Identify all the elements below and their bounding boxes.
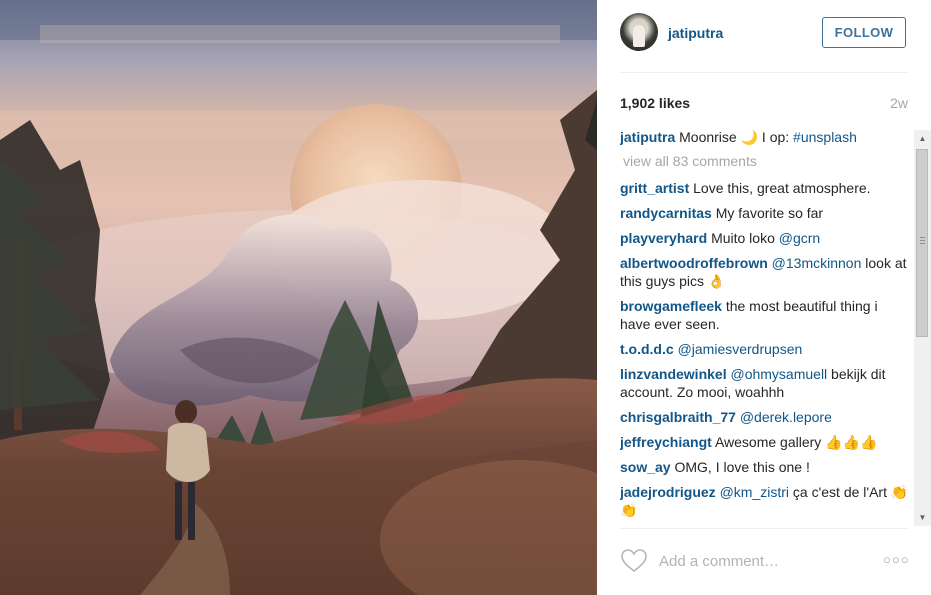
more-options-icon[interactable]: ○○○ [883, 550, 909, 570]
comment-username[interactable]: jadejrodriguez [620, 484, 716, 500]
comment-username[interactable]: albertwoodroffebrown [620, 255, 768, 271]
comment-item: t.o.d.d.c @jamiesverdrupsen [620, 340, 910, 358]
scrollbar-thumb[interactable] [916, 149, 928, 337]
comment-text: Muito loko [711, 230, 779, 246]
comment-username[interactable]: jeffreychiangt [620, 434, 712, 450]
scroll-down-arrow-icon[interactable]: ▼ [914, 509, 931, 526]
comment-item: linzvandewinkel @ohmysamuell bekijk dit … [620, 365, 910, 401]
comment-username[interactable]: t.o.d.d.c [620, 341, 674, 357]
moonrise-landscape-image [0, 0, 597, 595]
follow-button[interactable]: FOLLOW [822, 17, 906, 48]
comment-item: jeffreychiangt Awesome gallery 👍👍👍 [620, 433, 910, 451]
post-age[interactable]: 2w [890, 95, 908, 111]
view-all-comments-link[interactable]: view all 83 comments [623, 152, 910, 170]
comment-text: Love this, great atmosphere. [693, 180, 871, 196]
comment-mention[interactable]: @jamiesverdrupsen [678, 341, 803, 357]
comment-text: Awesome gallery 👍👍👍 [714, 434, 878, 450]
likes-count[interactable]: 1,902 likes [620, 95, 690, 111]
comment-mention[interactable]: @km_zistri [720, 484, 789, 500]
comment-mention[interactable]: @13mckinnon [772, 255, 862, 271]
caption-username[interactable]: jatiputra [620, 129, 675, 145]
comment-item: browgamefleek the most beautiful thing i… [620, 297, 910, 333]
comment-username[interactable]: randycarnitas [620, 205, 712, 221]
comments-list: jatiputra Moonrise 🌙 I op: #unsplash vie… [620, 128, 910, 524]
comment-username[interactable]: linzvandewinkel [620, 366, 727, 382]
comments-scrollbar[interactable]: ▲ ▼ [914, 130, 931, 526]
comment-mention[interactable]: @ohmysamuell [730, 366, 827, 382]
add-comment-input[interactable] [659, 549, 859, 573]
grip-icon [920, 237, 925, 245]
comment-username[interactable]: playveryhard [620, 230, 707, 246]
post-details-panel: jatiputra FOLLOW 1,902 likes 2w jatiputr… [597, 0, 931, 595]
scroll-up-arrow-icon[interactable]: ▲ [914, 130, 931, 147]
comment-mention[interactable]: @derek.lepore [740, 409, 832, 425]
instagram-post-view: jatiputra FOLLOW 1,902 likes 2w jatiputr… [0, 0, 931, 595]
avatar[interactable] [620, 13, 658, 51]
comment-item: sow_ay OMG, I love this one ! [620, 458, 910, 476]
comment-item: playveryhard Muito loko @gcrn [620, 229, 910, 247]
comment-text: My favorite so far [715, 205, 824, 221]
comment-item: albertwoodroffebrown @13mckinnon look at… [620, 254, 910, 290]
post-photo[interactable] [0, 0, 597, 595]
comment-username[interactable]: browgamefleek [620, 298, 722, 314]
comment-item: chrisgalbraith_77 @derek.lepore [620, 408, 910, 426]
divider [620, 72, 908, 73]
heart-icon[interactable] [620, 547, 648, 575]
username-link[interactable]: jatiputra [668, 25, 723, 41]
comment-username[interactable]: gritt_artist [620, 180, 689, 196]
comment-text: OMG, I love this one ! [674, 459, 810, 475]
comment-username[interactable]: sow_ay [620, 459, 671, 475]
comment-item: jadejrodriguez @km_zistri ça c'est de l'… [620, 483, 910, 519]
comment-username[interactable]: chrisgalbraith_77 [620, 409, 736, 425]
comment-item: randycarnitas My favorite so far [620, 204, 910, 222]
caption: jatiputra Moonrise 🌙 I op: #unsplash [620, 128, 910, 146]
caption-text: Moonrise 🌙 I op: [679, 129, 794, 145]
caption-hashtag[interactable]: #unsplash [793, 129, 857, 145]
divider [620, 528, 908, 529]
comment-mention[interactable]: @gcrn [779, 230, 820, 246]
comment-item: gritt_artist Love this, great atmosphere… [620, 179, 910, 197]
